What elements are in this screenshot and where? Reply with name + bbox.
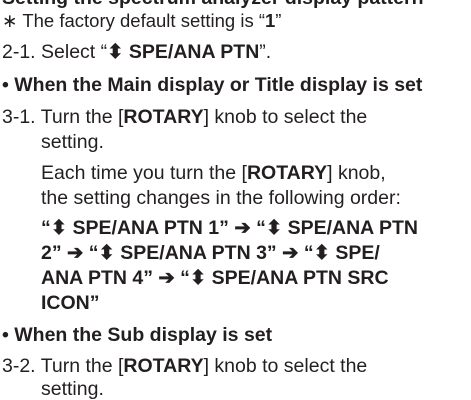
step-text-end: ”. bbox=[259, 41, 272, 63]
step-number: 3-2. bbox=[2, 355, 36, 377]
step-2-1: 2-1. Select “⬍ SPE/ANA PTN”. bbox=[2, 41, 272, 63]
sequence-line-1: “⬍ SPE/ANA PTN 1” ➔ “⬍ SPE/ANA PTN bbox=[41, 217, 418, 239]
step-3-1-line4: the setting changes in the following ord… bbox=[41, 187, 401, 209]
step-text: Select “ bbox=[41, 41, 108, 63]
step-text: ] knob to select the bbox=[203, 355, 368, 377]
note-close-quote: ” bbox=[275, 10, 282, 31]
step-text: Turn the [ bbox=[40, 106, 124, 128]
step-text: ] knob, bbox=[327, 162, 386, 184]
default-note: ∗ The factory default setting is “1” bbox=[2, 10, 282, 31]
step-3-2-line2: setting. bbox=[41, 378, 104, 400]
sequence-line-4: ICON” bbox=[41, 292, 100, 314]
step-text: Turn the [ bbox=[40, 355, 124, 377]
menu-item-spe-ana-ptn: SPE/ANA PTN bbox=[128, 41, 260, 63]
rotary-knob-label: ROTARY bbox=[246, 162, 328, 184]
step-3-1-line2: setting. bbox=[41, 131, 104, 153]
bullet-icon: • bbox=[2, 74, 9, 96]
rotary-knob-label: ROTARY bbox=[123, 106, 204, 128]
up-down-arrow-icon: ⬍ bbox=[107, 41, 124, 63]
step-number: 3-1. bbox=[2, 106, 36, 128]
heading-text: When the Main display or Title display i… bbox=[14, 74, 423, 96]
rotary-knob-label: ROTARY bbox=[123, 355, 204, 377]
step-3-1-line3: Each time you turn the [ROTARY] knob, bbox=[41, 162, 386, 184]
heading-text: When the Sub display is set bbox=[14, 324, 273, 346]
step-text: Each time you turn the [ bbox=[41, 162, 247, 184]
sequence-line-2: 2” ➔ “⬍ SPE/ANA PTN 3” ➔ “⬍ SPE/ bbox=[41, 242, 380, 264]
step-3-1-line1: 3-1. Turn the [ROTARY] knob to select th… bbox=[2, 106, 368, 128]
bullet-icon: • bbox=[2, 324, 9, 346]
note-default-value: 1 bbox=[265, 10, 276, 31]
step-3-2-line1: 3-2. Turn the [ROTARY] knob to select th… bbox=[2, 355, 368, 377]
note-text: The factory default setting is “ bbox=[22, 10, 265, 31]
sequence-line-3: ANA PTN 4” ➔ “⬍ SPE/ANA PTN SRC bbox=[41, 267, 389, 289]
sub-display-heading: • When the Sub display is set bbox=[2, 324, 273, 346]
main-display-heading: • When the Main display or Title display… bbox=[2, 74, 423, 96]
step-number: 2-1. bbox=[2, 41, 36, 63]
note-asterisk: ∗ bbox=[2, 10, 18, 31]
section-title: Setting the spectrum analyzer display pa… bbox=[2, 0, 424, 9]
step-text: ] knob to select the bbox=[203, 106, 368, 128]
